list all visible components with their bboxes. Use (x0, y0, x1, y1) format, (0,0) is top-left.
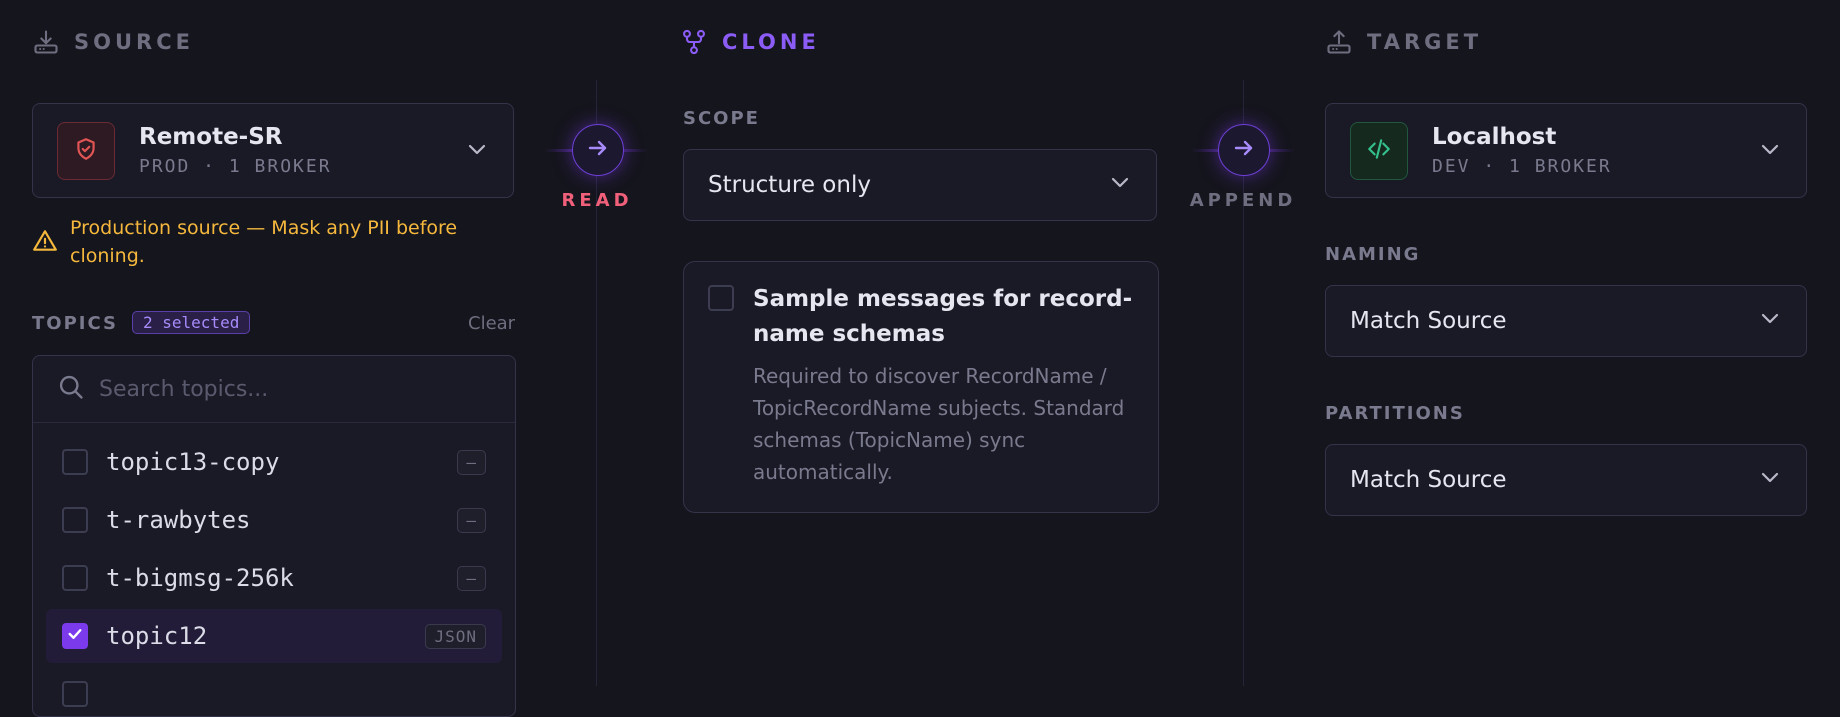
source-header: SOURCE (32, 28, 194, 56)
target-cluster-selector[interactable]: Localhost DEV · 1 BROKER (1325, 103, 1807, 198)
flow-arrow (1218, 124, 1270, 176)
naming-value: Match Source (1350, 308, 1507, 334)
check-icon (66, 625, 84, 647)
topic-row[interactable]: topic13-copy — (46, 435, 502, 489)
clear-button[interactable]: Clear (468, 313, 515, 334)
prod-badge (57, 121, 115, 180)
flow-arrow (572, 124, 624, 176)
topic-checkbox[interactable] (62, 565, 88, 591)
topic-checkbox[interactable] (62, 623, 88, 649)
search-icon (57, 373, 85, 405)
chevron-down-icon (1758, 465, 1782, 495)
topic-name: t-rawbytes (106, 506, 251, 534)
partitions-label: PARTITIONS (1325, 403, 1465, 424)
source-cluster-selector[interactable]: Remote-SR PROD · 1 BROKER (32, 103, 514, 198)
chevron-down-icon (1758, 306, 1782, 336)
upload-icon (1325, 28, 1353, 56)
code-icon (1366, 136, 1392, 166)
target-cluster-meta: DEV · 1 BROKER (1432, 156, 1612, 177)
search-input[interactable]: Search topics... (99, 377, 268, 402)
topics-list-panel: Search topics... topic13-copy — t-rawbyt… (32, 355, 516, 717)
target-title: TARGET (1367, 30, 1483, 54)
topic-format-badge: JSON (425, 623, 486, 649)
topics-label: TOPICS (32, 313, 118, 334)
option-description: Required to discover RecordName / TopicR… (753, 364, 1125, 484)
target-cluster-name: Localhost (1432, 124, 1557, 150)
git-fork-icon (680, 28, 708, 56)
shield-check-icon (73, 136, 99, 166)
chevron-down-icon (465, 137, 489, 165)
production-warning: Production source — Mask any PII before … (32, 214, 522, 270)
option-title: Sample messages for record-name schemas (753, 286, 1133, 347)
topic-format-badge: — (457, 565, 486, 591)
topic-checkbox[interactable] (62, 507, 88, 533)
naming-dropdown[interactable]: Match Source (1325, 285, 1807, 357)
sample-messages-option[interactable]: Sample messages for record-name schemas … (683, 261, 1159, 513)
sample-messages-checkbox[interactable] (708, 285, 734, 311)
partitions-dropdown[interactable]: Match Source (1325, 444, 1807, 516)
source-cluster-name: Remote-SR (139, 124, 283, 150)
warning-icon (32, 228, 58, 270)
chevron-down-icon (1758, 137, 1782, 165)
clone-title: CLONE (722, 30, 820, 54)
topic-row[interactable]: t-rawbytes — (46, 493, 502, 547)
read-label: READ (561, 190, 633, 211)
dev-badge (1350, 121, 1408, 180)
topic-search[interactable]: Search topics... (33, 356, 515, 423)
topic-name: topic13-copy (106, 448, 280, 476)
chevron-down-icon (1108, 170, 1132, 200)
topic-name: t-bigmsg-256k (106, 564, 294, 592)
arrow-right-icon (586, 136, 610, 164)
download-icon (32, 28, 60, 56)
topic-checkbox[interactable] (62, 681, 88, 707)
arrow-right-icon (1232, 136, 1256, 164)
partitions-value: Match Source (1350, 467, 1507, 493)
topic-row[interactable]: topic12 JSON (46, 609, 502, 663)
warning-text: Production source — Mask any PII before … (70, 217, 458, 267)
clone-header: CLONE (680, 28, 820, 56)
append-label: APPEND (1189, 190, 1297, 211)
topic-checkbox[interactable] (62, 449, 88, 475)
source-title: SOURCE (74, 30, 194, 54)
topic-row[interactable]: t-bigmsg-256k — (46, 551, 502, 605)
scope-value: Structure only (708, 172, 871, 198)
scope-label: SCOPE (683, 108, 760, 129)
selected-count-badge: 2 selected (132, 311, 251, 334)
topic-name: topic12 (106, 622, 208, 650)
naming-label: NAMING (1325, 244, 1421, 265)
topic-row[interactable] (46, 667, 502, 716)
target-header: TARGET (1325, 28, 1482, 56)
source-cluster-meta: PROD · 1 BROKER (139, 156, 332, 177)
scope-dropdown[interactable]: Structure only (683, 149, 1157, 221)
topic-format-badge: — (457, 449, 486, 475)
topic-format-badge: — (457, 507, 486, 533)
